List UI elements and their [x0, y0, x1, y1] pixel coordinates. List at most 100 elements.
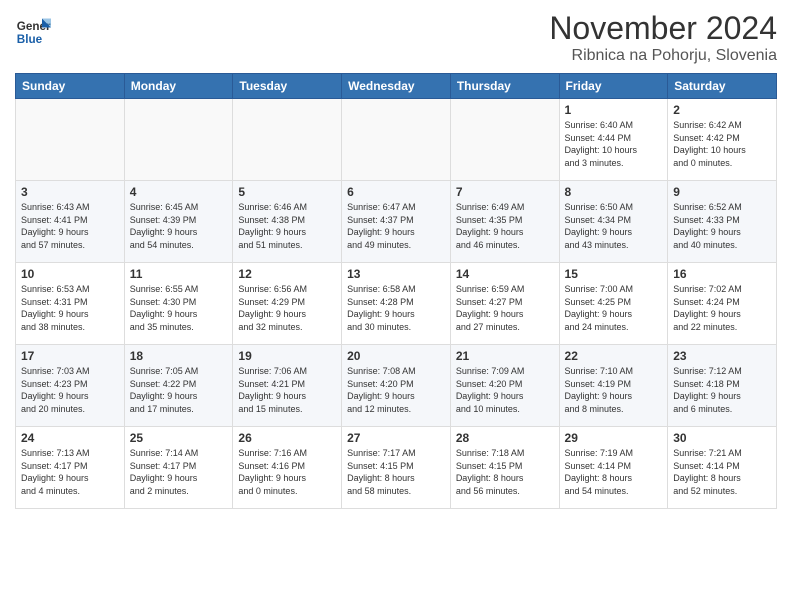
header-monday: Monday — [124, 74, 233, 99]
day-info: Sunrise: 6:55 AM Sunset: 4:30 PM Dayligh… — [130, 283, 228, 333]
table-row: 6 Sunrise: 6:47 AM Sunset: 4:37 PM Daylig… — [342, 181, 451, 263]
day-number: 23 — [673, 349, 771, 363]
table-row: 7 Sunrise: 6:49 AM Sunset: 4:35 PM Daylig… — [450, 181, 559, 263]
day-number: 16 — [673, 267, 771, 281]
day-info: Sunrise: 6:43 AM Sunset: 4:41 PM Dayligh… — [21, 201, 119, 251]
day-number: 5 — [238, 185, 336, 199]
calendar-body: 1 Sunrise: 6:40 AM Sunset: 4:44 PM Daylig… — [16, 99, 777, 509]
day-info: Sunrise: 6:47 AM Sunset: 4:37 PM Dayligh… — [347, 201, 445, 251]
table-row: 13 Sunrise: 6:58 AM Sunset: 4:28 PM Dayli… — [342, 263, 451, 345]
day-number: 1 — [565, 103, 663, 117]
day-number: 15 — [565, 267, 663, 281]
day-info: Sunrise: 6:45 AM Sunset: 4:39 PM Dayligh… — [130, 201, 228, 251]
day-number: 14 — [456, 267, 554, 281]
svg-text:Blue: Blue — [17, 33, 43, 46]
day-number: 18 — [130, 349, 228, 363]
table-row: 12 Sunrise: 6:56 AM Sunset: 4:29 PM Dayli… — [233, 263, 342, 345]
header-friday: Friday — [559, 74, 668, 99]
day-info: Sunrise: 6:50 AM Sunset: 4:34 PM Dayligh… — [565, 201, 663, 251]
day-info: Sunrise: 7:21 AM Sunset: 4:14 PM Dayligh… — [673, 447, 771, 497]
day-info: Sunrise: 6:56 AM Sunset: 4:29 PM Dayligh… — [238, 283, 336, 333]
day-info: Sunrise: 6:42 AM Sunset: 4:42 PM Dayligh… — [673, 119, 771, 169]
day-number: 10 — [21, 267, 119, 281]
table-row: 5 Sunrise: 6:46 AM Sunset: 4:38 PM Daylig… — [233, 181, 342, 263]
table-row — [124, 99, 233, 181]
day-info: Sunrise: 7:17 AM Sunset: 4:15 PM Dayligh… — [347, 447, 445, 497]
table-row: 24Sunrise: 7:13 AM Sunset: 4:17 PM Dayli… — [16, 427, 125, 509]
day-info: Sunrise: 6:58 AM Sunset: 4:28 PM Dayligh… — [347, 283, 445, 333]
calendar-header: Sunday Monday Tuesday Wednesday Thursday… — [16, 74, 777, 99]
day-info: Sunrise: 7:00 AM Sunset: 4:25 PM Dayligh… — [565, 283, 663, 333]
day-number: 29 — [565, 431, 663, 445]
day-number: 6 — [347, 185, 445, 199]
day-info: Sunrise: 6:59 AM Sunset: 4:27 PM Dayligh… — [456, 283, 554, 333]
table-row: 14 Sunrise: 6:59 AM Sunset: 4:27 PM Dayli… — [450, 263, 559, 345]
table-row: 23 Sunrise: 7:12 AM Sunset: 4:18 PM Dayli… — [668, 345, 777, 427]
calendar-week-2: 3 Sunrise: 6:43 AM Sunset: 4:41 PM Daylig… — [16, 181, 777, 263]
day-number: 12 — [238, 267, 336, 281]
table-row: 10Sunrise: 6:53 AM Sunset: 4:31 PM Dayli… — [16, 263, 125, 345]
day-info: Sunrise: 7:08 AM Sunset: 4:20 PM Dayligh… — [347, 365, 445, 415]
logo: General Blue — [15, 14, 51, 50]
table-row — [233, 99, 342, 181]
day-number: 20 — [347, 349, 445, 363]
day-info: Sunrise: 7:02 AM Sunset: 4:24 PM Dayligh… — [673, 283, 771, 333]
table-row — [16, 99, 125, 181]
day-info: Sunrise: 6:49 AM Sunset: 4:35 PM Dayligh… — [456, 201, 554, 251]
table-row: 28 Sunrise: 7:18 AM Sunset: 4:15 PM Dayli… — [450, 427, 559, 509]
table-row: 18Sunrise: 7:05 AM Sunset: 4:22 PM Dayli… — [124, 345, 233, 427]
day-number: 30 — [673, 431, 771, 445]
table-row — [450, 99, 559, 181]
calendar-week-1: 1 Sunrise: 6:40 AM Sunset: 4:44 PM Daylig… — [16, 99, 777, 181]
day-number: 11 — [130, 267, 228, 281]
calendar-week-5: 24Sunrise: 7:13 AM Sunset: 4:17 PM Dayli… — [16, 427, 777, 509]
calendar-table: Sunday Monday Tuesday Wednesday Thursday… — [15, 73, 777, 509]
day-info: Sunrise: 7:18 AM Sunset: 4:15 PM Dayligh… — [456, 447, 554, 497]
day-number: 28 — [456, 431, 554, 445]
day-info: Sunrise: 7:13 AM Sunset: 4:17 PM Dayligh… — [21, 447, 119, 497]
header-tuesday: Tuesday — [233, 74, 342, 99]
table-row: 2 Sunrise: 6:42 AM Sunset: 4:42 PM Daylig… — [668, 99, 777, 181]
day-info: Sunrise: 6:52 AM Sunset: 4:33 PM Dayligh… — [673, 201, 771, 251]
day-info: Sunrise: 7:12 AM Sunset: 4:18 PM Dayligh… — [673, 365, 771, 415]
calendar-week-3: 10Sunrise: 6:53 AM Sunset: 4:31 PM Dayli… — [16, 263, 777, 345]
day-number: 2 — [673, 103, 771, 117]
day-number: 22 — [565, 349, 663, 363]
day-info: Sunrise: 7:10 AM Sunset: 4:19 PM Dayligh… — [565, 365, 663, 415]
table-row: 30 Sunrise: 7:21 AM Sunset: 4:14 PM Dayli… — [668, 427, 777, 509]
day-info: Sunrise: 7:19 AM Sunset: 4:14 PM Dayligh… — [565, 447, 663, 497]
day-info: Sunrise: 6:46 AM Sunset: 4:38 PM Dayligh… — [238, 201, 336, 251]
day-info: Sunrise: 7:06 AM Sunset: 4:21 PM Dayligh… — [238, 365, 336, 415]
month-title: November 2024 — [549, 10, 777, 47]
header-thursday: Thursday — [450, 74, 559, 99]
day-number: 25 — [130, 431, 228, 445]
table-row: 22 Sunrise: 7:10 AM Sunset: 4:19 PM Dayli… — [559, 345, 668, 427]
table-row: 16 Sunrise: 7:02 AM Sunset: 4:24 PM Dayli… — [668, 263, 777, 345]
day-number: 17 — [21, 349, 119, 363]
table-row: 3 Sunrise: 6:43 AM Sunset: 4:41 PM Daylig… — [16, 181, 125, 263]
day-number: 7 — [456, 185, 554, 199]
day-info: Sunrise: 7:14 AM Sunset: 4:17 PM Dayligh… — [130, 447, 228, 497]
title-block: November 2024 Ribnica na Pohorju, Sloven… — [549, 10, 777, 65]
table-row — [342, 99, 451, 181]
table-row: 17Sunrise: 7:03 AM Sunset: 4:23 PM Dayli… — [16, 345, 125, 427]
logo-icon: General Blue — [15, 14, 51, 50]
day-number: 9 — [673, 185, 771, 199]
day-number: 4 — [130, 185, 228, 199]
day-number: 13 — [347, 267, 445, 281]
day-number: 8 — [565, 185, 663, 199]
table-row: 1 Sunrise: 6:40 AM Sunset: 4:44 PM Daylig… — [559, 99, 668, 181]
day-number: 3 — [21, 185, 119, 199]
day-info: Sunrise: 6:40 AM Sunset: 4:44 PM Dayligh… — [565, 119, 663, 169]
weekday-header-row: Sunday Monday Tuesday Wednesday Thursday… — [16, 74, 777, 99]
table-row: 8 Sunrise: 6:50 AM Sunset: 4:34 PM Daylig… — [559, 181, 668, 263]
header-sunday: Sunday — [16, 74, 125, 99]
table-row: 27Sunrise: 7:17 AM Sunset: 4:15 PM Dayli… — [342, 427, 451, 509]
location: Ribnica na Pohorju, Slovenia — [549, 47, 777, 65]
table-row: 29 Sunrise: 7:19 AM Sunset: 4:14 PM Dayli… — [559, 427, 668, 509]
page-header: General Blue November 2024 Ribnica na Po… — [15, 10, 777, 65]
day-number: 19 — [238, 349, 336, 363]
table-row: 26Sunrise: 7:16 AM Sunset: 4:16 PM Dayli… — [233, 427, 342, 509]
day-number: 26 — [238, 431, 336, 445]
calendar-week-4: 17Sunrise: 7:03 AM Sunset: 4:23 PM Dayli… — [16, 345, 777, 427]
